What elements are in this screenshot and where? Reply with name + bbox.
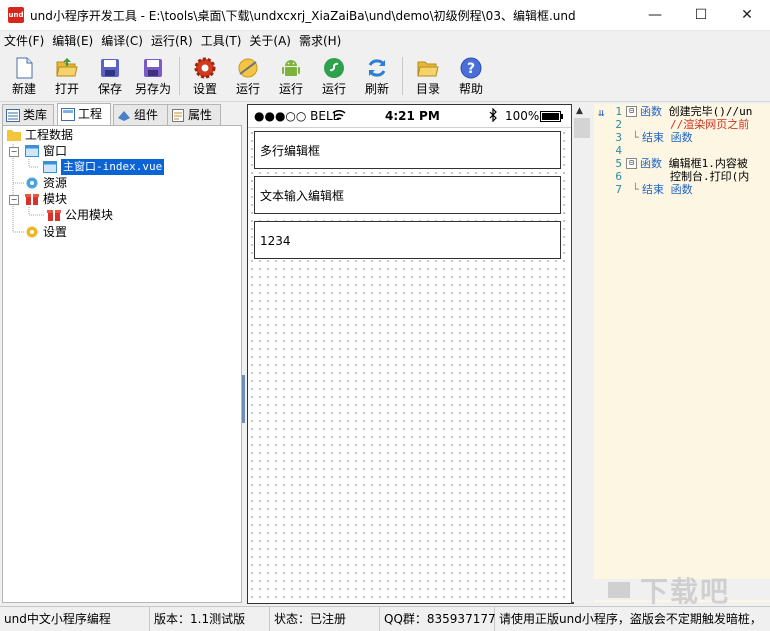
save-as-icon — [141, 56, 165, 80]
svg-text:?: ? — [467, 61, 475, 77]
refresh-icon — [365, 56, 389, 80]
code-line: 4 — [615, 144, 622, 157]
refresh-button[interactable]: 刷新 — [356, 54, 398, 98]
phone-preview: ●●●○○ BELL 4:21 PM 100% 多行编辑框 文本输入编辑框 12… — [247, 104, 574, 604]
properties-icon — [171, 108, 185, 122]
tree-expand-toggle[interactable]: − — [9, 195, 19, 205]
save-as-button[interactable]: 另存为 — [132, 54, 174, 98]
title-bar: und und小程序开发工具 - E:\tools\桌面\下载\undxcxrj… — [0, 0, 770, 31]
code-line: 7 └ 结束 函数 — [615, 183, 693, 196]
menu-requirements[interactable]: 需求(H) — [295, 31, 345, 51]
menu-about[interactable]: 关于(A) — [245, 31, 295, 51]
run-android-button[interactable]: 运行 — [270, 54, 312, 98]
tab-project[interactable]: 工程 — [57, 103, 111, 126]
project-tree: 工程数据 − 窗口 主窗口-index.vue 资源 − 模块 公用模块 设置 — [2, 125, 242, 603]
toolbar-separator — [179, 57, 180, 95]
menu-tools[interactable]: 工具(T) — [197, 31, 246, 51]
code-line: 6 控制台.打印(内 — [615, 170, 750, 183]
phone-time: 4:21 PM — [385, 109, 440, 123]
text-input-box[interactable]: 文本输入编辑框 — [254, 176, 561, 214]
watermark: 下载吧 — [640, 575, 731, 608]
status-app-name: und中文小程序编程 — [0, 607, 150, 631]
directory-button[interactable]: 目录 — [407, 54, 449, 98]
menu-bar: 文件(F) 编辑(E) 编译(C) 运行(R) 工具(T) 关于(A) 需求(H) — [0, 31, 770, 51]
gear-icon — [193, 56, 217, 80]
wechat-run-icon — [322, 56, 346, 80]
module-icon — [25, 192, 39, 206]
save-icon — [98, 56, 122, 80]
new-button[interactable]: 新建 — [3, 54, 45, 98]
multiline-edit-box[interactable]: 多行编辑框 — [254, 131, 561, 169]
battery-icon — [540, 111, 564, 125]
open-folder-icon — [55, 56, 79, 80]
scroll-thumb[interactable] — [574, 118, 590, 138]
run-miniprogram-button[interactable]: 运行 — [313, 54, 355, 98]
fold-toggle-icon[interactable]: ⊟ — [626, 158, 637, 169]
status-registration: 状态：已注册 — [270, 607, 380, 631]
folder-icon — [416, 56, 440, 80]
code-line: 3 └ 结束 函数 — [615, 131, 693, 144]
toolbar: 新建 打开 保存 另存为 设置 运行 运行 运行 刷新 目录 ? 帮助 — [0, 51, 770, 102]
resources-icon — [25, 176, 39, 190]
new-file-icon — [12, 56, 36, 80]
help-icon: ? — [459, 56, 483, 80]
tab-library[interactable]: 类库 — [2, 104, 54, 125]
panel-splitter[interactable] — [242, 375, 245, 423]
phone-status-bar: ●●●○○ BELL 4:21 PM 100% — [248, 105, 571, 128]
toolbar-separator — [402, 57, 403, 95]
library-icon — [6, 108, 20, 122]
menu-compile[interactable]: 编译(C) — [97, 31, 147, 51]
open-button[interactable]: 打开 — [46, 54, 88, 98]
left-panel-tabs: 类库 工程 组件 属性 — [2, 103, 242, 126]
bluetooth-icon — [488, 107, 498, 125]
carrier-label: ●●●○○ BELL — [254, 109, 340, 123]
menu-run[interactable]: 运行(R) — [147, 31, 197, 51]
wifi-icon — [332, 108, 346, 125]
module-icon — [47, 208, 61, 222]
scroll-thumb[interactable] — [608, 582, 630, 598]
fold-toggle-icon[interactable]: ⊟ — [626, 106, 637, 117]
run-web-button[interactable]: 运行 — [227, 54, 269, 98]
folder-icon — [7, 128, 21, 142]
code-editor[interactable]: ⇊ ⇇ 1 ⊟ 函数 创建完毕()//un 2 //渲染网页之前 3 └ 结束 … — [594, 104, 770, 602]
minimize-button[interactable]: — — [632, 0, 678, 30]
settings-button[interactable]: 设置 — [184, 54, 226, 98]
tab-components[interactable]: 组件 — [113, 104, 171, 125]
help-button[interactable]: ? 帮助 — [450, 54, 492, 98]
status-bar: und中文小程序编程 版本：1.1测试版 状态：已注册 QQ群：83593717… — [0, 606, 770, 631]
project-icon — [61, 107, 75, 121]
status-version: 版本：1.1测试版 — [150, 607, 270, 631]
status-qq-group: QQ群：835937177 — [380, 607, 496, 631]
save-button[interactable]: 保存 — [89, 54, 131, 98]
menu-file[interactable]: 文件(F) — [0, 31, 48, 51]
close-button[interactable]: ✕ — [724, 0, 770, 30]
code-line: 5 ⊟ 函数 编辑框1.内容被 — [615, 157, 748, 170]
window-title: und小程序开发工具 - E:\tools\桌面\下载\undxcxrj_Xia… — [30, 9, 576, 23]
tree-expand-toggle[interactable]: − — [9, 147, 19, 157]
scroll-up-icon[interactable]: ▲ — [576, 106, 583, 116]
window-icon — [25, 144, 39, 158]
android-icon — [279, 56, 303, 80]
components-icon — [117, 108, 131, 121]
tab-properties[interactable]: 属性 — [167, 104, 221, 125]
app-icon: und — [8, 7, 24, 23]
status-notice: 请使用正版und小程序，盗版会不定期触发暗桩， — [499, 612, 762, 626]
maximize-button[interactable]: ☐ — [678, 0, 724, 30]
menu-edit[interactable]: 编辑(E) — [48, 31, 97, 51]
code-line: 2 //渲染网页之前 — [615, 118, 750, 131]
code-line: 1 ⊟ 函数 创建完毕()//un — [615, 105, 753, 118]
number-input-box[interactable]: 1234 — [254, 221, 561, 259]
window-icon — [43, 160, 57, 174]
settings-icon — [25, 225, 39, 239]
preview-scrollbar[interactable]: ▲ — [572, 104, 592, 602]
run-web-icon — [236, 56, 260, 80]
battery-percent: 100% — [505, 109, 540, 123]
